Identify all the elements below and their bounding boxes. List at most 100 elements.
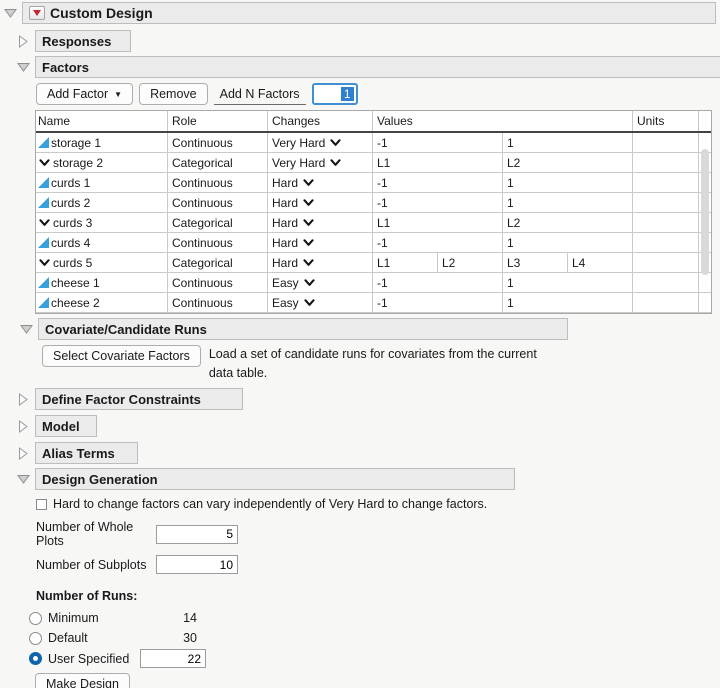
col-header-values[interactable]: Values <box>373 111 633 131</box>
factor-name-cell[interactable]: curds 1 <box>36 173 168 192</box>
factors-table: Name Role Changes Values Units storage 1… <box>35 110 712 314</box>
col-header-units[interactable]: Units <box>633 111 699 131</box>
categorical-icon <box>39 218 50 226</box>
units-cell[interactable] <box>633 233 699 252</box>
value-cell[interactable]: L4 <box>568 253 633 272</box>
responses-header[interactable]: Responses <box>35 30 131 52</box>
role-cell[interactable]: Continuous <box>168 273 268 292</box>
role-cell[interactable]: Continuous <box>168 173 268 192</box>
remove-button[interactable]: Remove <box>139 83 208 105</box>
user-specified-label: User Specified <box>48 651 130 666</box>
units-cell[interactable] <box>633 193 699 212</box>
units-cell[interactable] <box>633 133 699 152</box>
changes-dropdown[interactable]: Hard <box>268 193 373 212</box>
minimum-value: 14 <box>183 611 197 625</box>
user-specified-input[interactable] <box>140 649 206 668</box>
value-cell[interactable]: 1 <box>503 173 633 192</box>
role-cell[interactable]: Continuous <box>168 293 268 312</box>
factor-name-cell[interactable]: storage 2 <box>36 153 168 172</box>
value-cell[interactable]: L2 <box>503 153 633 172</box>
add-n-factors-label[interactable]: Add N Factors <box>213 83 306 105</box>
define-factor-constraints-header[interactable]: Define Factor Constraints <box>35 388 243 410</box>
value-cell[interactable]: L1 <box>373 253 438 272</box>
col-header-name[interactable]: Name <box>36 111 168 131</box>
hard-to-change-checkbox[interactable] <box>36 498 47 510</box>
role-cell[interactable]: Continuous <box>168 193 268 212</box>
value-cell[interactable]: -1 <box>373 273 503 292</box>
value-cell[interactable]: -1 <box>373 193 503 212</box>
table-row: curds 4 Continuous Hard -1 1 <box>36 233 711 253</box>
role-cell[interactable]: Categorical <box>168 213 268 232</box>
chevron-down-icon <box>303 198 314 206</box>
role-cell[interactable]: Continuous <box>168 133 268 152</box>
add-factor-button[interactable]: Add Factor ▼ <box>36 83 134 105</box>
col-header-changes[interactable]: Changes <box>268 111 373 131</box>
role-cell[interactable]: Continuous <box>168 233 268 252</box>
make-design-button[interactable]: Make Design <box>35 673 130 688</box>
value-cell[interactable]: L3 <box>503 253 568 272</box>
units-cell[interactable] <box>633 253 699 272</box>
model-header[interactable]: Model <box>35 415 97 437</box>
disclosure-open-icon[interactable] <box>17 473 30 486</box>
factor-name-cell[interactable]: curds 4 <box>36 233 168 252</box>
value-cell[interactable]: -1 <box>373 233 503 252</box>
minimum-radio[interactable] <box>29 611 42 625</box>
red-triangle-menu-icon[interactable] <box>29 6 45 20</box>
disclosure-open-icon[interactable] <box>20 323 33 336</box>
changes-dropdown[interactable]: Hard <box>268 253 373 272</box>
units-cell[interactable] <box>633 293 699 312</box>
value-cell[interactable]: -1 <box>373 173 503 192</box>
subplots-input[interactable] <box>156 555 238 574</box>
select-covariate-factors-button[interactable]: Select Covariate Factors <box>42 345 201 367</box>
units-cell[interactable] <box>633 273 699 292</box>
disclosure-closed-icon[interactable] <box>17 34 30 48</box>
factor-name-cell[interactable]: cheese 1 <box>36 273 168 292</box>
value-cell[interactable]: 1 <box>503 233 633 252</box>
changes-dropdown[interactable]: Very Hard <box>268 153 373 172</box>
user-specified-radio[interactable] <box>29 652 42 665</box>
table-scrollbar[interactable] <box>701 149 709 275</box>
value-cell[interactable]: 1 <box>503 133 633 152</box>
whole-plots-input[interactable] <box>156 524 238 544</box>
changes-dropdown[interactable]: Easy <box>268 273 373 292</box>
changes-dropdown[interactable]: Very Hard <box>268 133 373 152</box>
col-header-role[interactable]: Role <box>168 111 268 131</box>
design-generation-header[interactable]: Design Generation <box>35 468 515 490</box>
value-cell[interactable]: -1 <box>373 133 503 152</box>
factor-name-cell[interactable]: curds 2 <box>36 193 168 212</box>
units-cell[interactable] <box>633 153 699 172</box>
changes-dropdown[interactable]: Easy <box>268 293 373 312</box>
changes-dropdown[interactable]: Hard <box>268 173 373 192</box>
alias-terms-header[interactable]: Alias Terms <box>35 442 138 464</box>
value-cell[interactable]: L2 <box>503 213 633 232</box>
role-cell[interactable]: Categorical <box>168 153 268 172</box>
factor-name-cell[interactable]: curds 3 <box>36 213 168 232</box>
table-row: storage 1 Continuous Very Hard -1 1 <box>36 133 711 153</box>
add-n-factors-input[interactable]: 1 <box>311 83 358 105</box>
changes-dropdown[interactable]: Hard <box>268 213 373 232</box>
units-cell[interactable] <box>633 213 699 232</box>
units-cell[interactable] <box>633 173 699 192</box>
value-cell[interactable]: 1 <box>503 273 633 292</box>
disclosure-closed-icon[interactable] <box>17 392 30 406</box>
role-cell[interactable]: Categorical <box>168 253 268 272</box>
disclosure-closed-icon[interactable] <box>17 419 30 433</box>
factor-name-cell[interactable]: storage 1 <box>36 133 168 152</box>
custom-design-header[interactable]: Custom Design <box>22 2 716 24</box>
changes-dropdown[interactable]: Hard <box>268 233 373 252</box>
factors-header[interactable]: Factors <box>35 56 720 78</box>
value-cell[interactable]: 1 <box>503 193 633 212</box>
covariate-header[interactable]: Covariate/Candidate Runs <box>38 318 568 340</box>
factor-name-cell[interactable]: cheese 2 <box>36 293 168 312</box>
value-cell[interactable]: -1 <box>373 293 503 312</box>
value-cell[interactable]: L1 <box>373 213 503 232</box>
table-row: curds 5 Categorical Hard L1 L2 L3 L4 <box>36 253 711 273</box>
value-cell[interactable]: L2 <box>438 253 503 272</box>
value-cell[interactable]: L1 <box>373 153 503 172</box>
disclosure-open-icon[interactable] <box>17 61 30 74</box>
value-cell[interactable]: 1 <box>503 293 633 312</box>
disclosure-closed-icon[interactable] <box>17 446 30 460</box>
default-radio[interactable] <box>29 631 42 645</box>
factor-name-cell[interactable]: curds 5 <box>36 253 168 272</box>
disclosure-open-icon[interactable] <box>4 7 17 20</box>
